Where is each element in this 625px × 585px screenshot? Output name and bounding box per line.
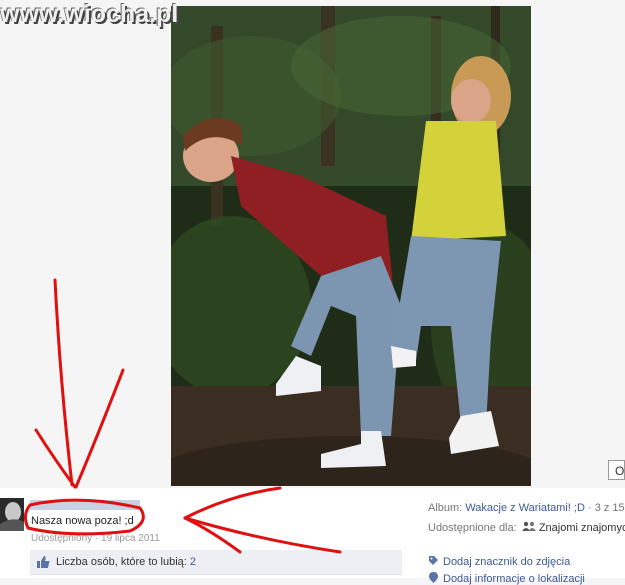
tag-photo-action[interactable]: Dodaj znacznik do zdjęcia — [428, 555, 570, 568]
privacy-info: Udostępnione dla: Znajomi znajomych — [428, 521, 625, 534]
add-location-label[interactable]: Dodaj informacje o lokalizacji — [443, 573, 585, 585]
album-label: Album: — [428, 502, 463, 514]
avatar[interactable] — [0, 498, 24, 531]
likes-label: Liczba osób, które to lubią: — [56, 556, 187, 568]
photo-stage: www.wiocha.pl O — [0, 0, 625, 488]
album-position: · 3 z 15 — [587, 502, 625, 514]
redacted-author-name[interactable] — [30, 500, 140, 510]
photo-caption: Nasza nowa poza! ;d — [31, 515, 134, 527]
shared-date-line: Udostępniony · 19 lipca 2011 — [31, 533, 160, 544]
facebook-photo-page: www.wiocha.pl O Nasza nowa poza! ;d Udos… — [0, 0, 625, 585]
photo-image — [171, 6, 531, 486]
people-icon — [521, 521, 536, 531]
album-link[interactable]: Wakacje z Wariatami! ;D — [465, 502, 585, 514]
likes-text: Liczba osób, które to lubią: 2 — [56, 556, 196, 568]
photo[interactable] — [171, 6, 531, 486]
site-watermark: www.wiocha.pl — [0, 0, 179, 28]
tag-photo-label[interactable]: Dodaj znacznik do zdjęcia — [443, 556, 570, 568]
photo-options-button[interactable]: O — [608, 460, 625, 480]
shared-date[interactable]: 19 lipca 2011 — [101, 533, 160, 544]
add-location-action[interactable]: Dodaj informacje o lokalizacji — [428, 572, 585, 585]
privacy-label: Udostępnione dla: — [428, 522, 517, 534]
likes-bar: Liczba osób, które to lubią: 2 — [30, 550, 402, 575]
privacy-value[interactable]: Znajomi znajomych — [539, 522, 625, 534]
tag-icon — [429, 556, 438, 565]
album-info: Album: Wakacje z Wariatami! ;D · 3 z 15 — [428, 502, 625, 514]
shared-prefix: Udostępniony — [31, 533, 93, 544]
likes-count[interactable]: 2 — [190, 556, 196, 568]
like-icon — [37, 556, 50, 568]
